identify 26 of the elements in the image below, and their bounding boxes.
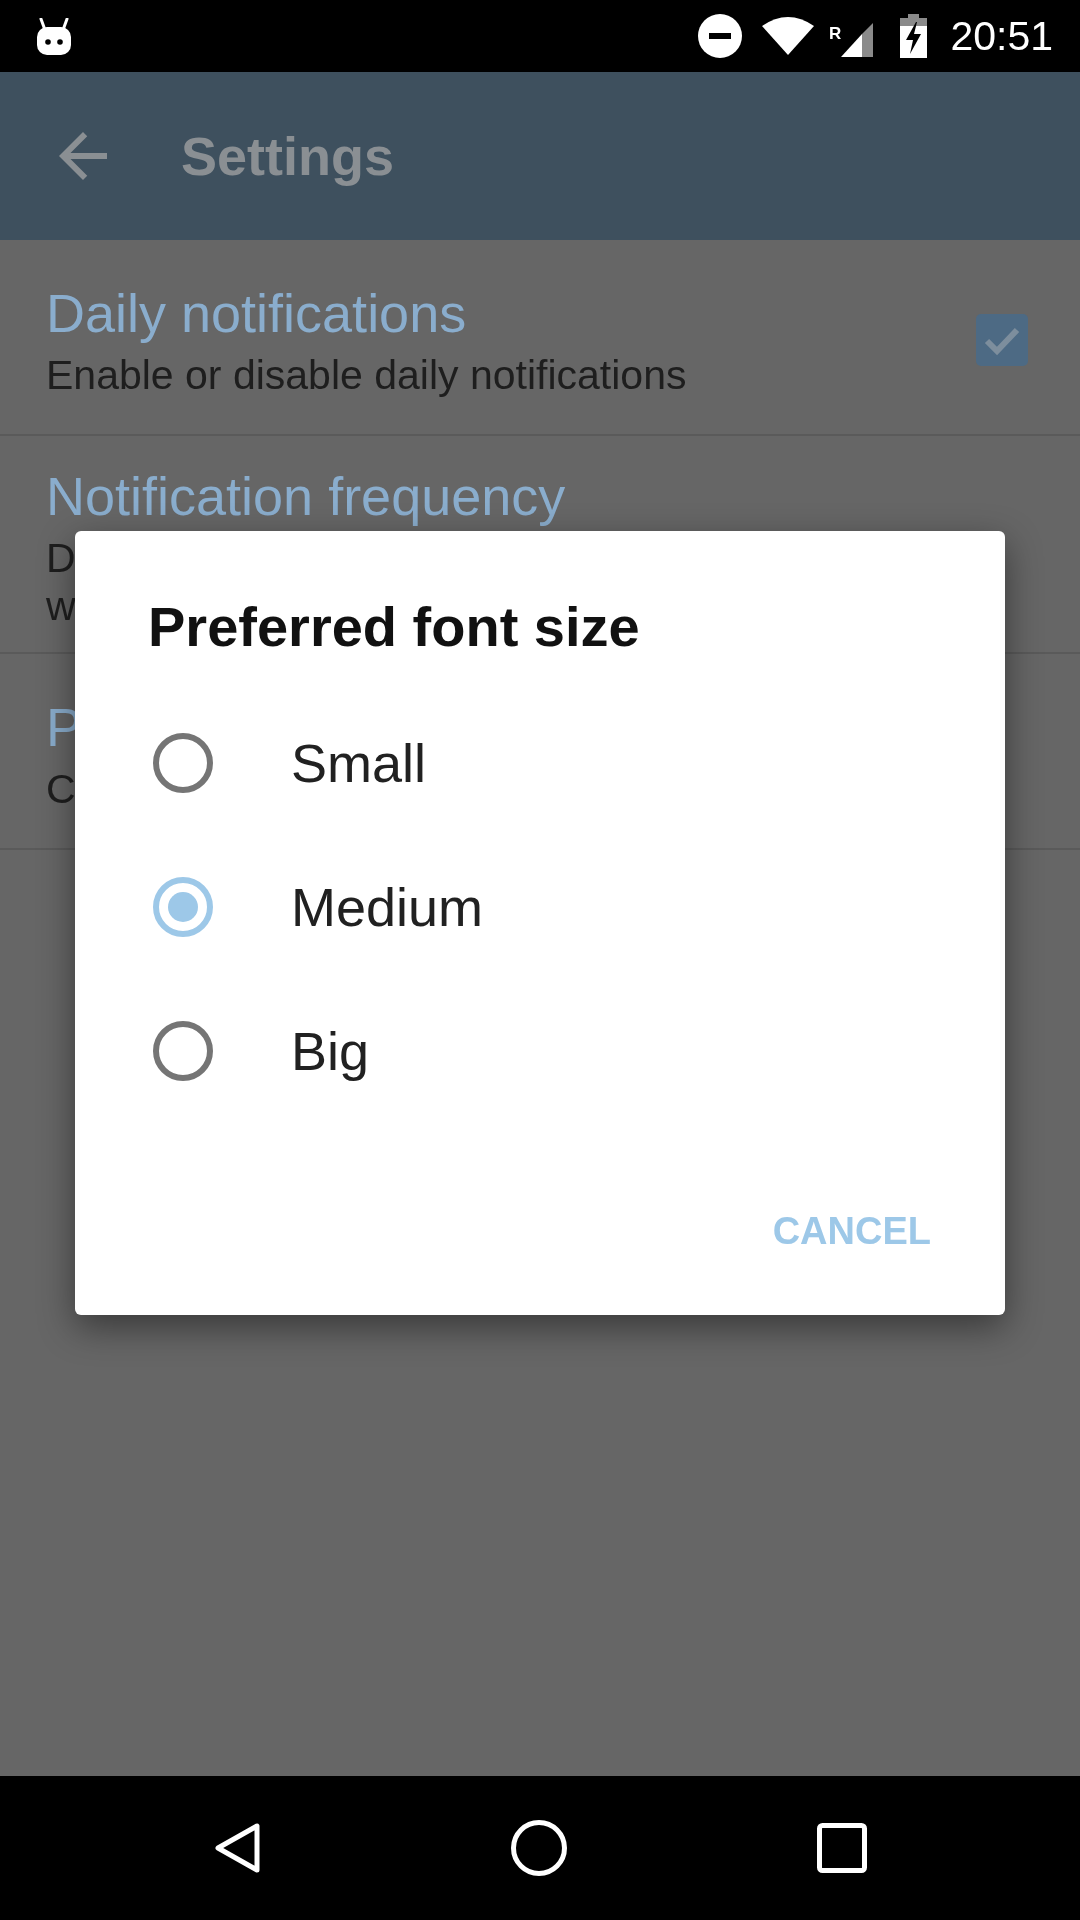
radio-selected-icon[interactable] xyxy=(153,877,213,937)
font-size-option[interactable]: Small xyxy=(153,727,427,799)
status-time: 20:51 xyxy=(950,12,1053,60)
setting-summary: w xyxy=(46,582,76,630)
setting-title: Daily notifications xyxy=(46,282,467,345)
setting-summary: C xyxy=(46,765,76,813)
back-arrow-icon[interactable] xyxy=(59,132,107,180)
setting-summary: Enable or disable daily notifications xyxy=(46,351,687,399)
setting-title: Notification frequency xyxy=(46,465,566,528)
home-icon[interactable] xyxy=(511,1820,567,1876)
do-not-disturb-icon xyxy=(698,14,743,58)
font-size-option[interactable]: Medium xyxy=(153,871,484,943)
recent-apps-icon[interactable] xyxy=(817,1823,867,1873)
back-icon[interactable] xyxy=(213,1822,261,1874)
checkbox[interactable] xyxy=(976,314,1028,366)
radio-unselected-icon[interactable] xyxy=(153,1021,213,1081)
app-bar-title: Settings xyxy=(181,125,395,188)
font-size-option[interactable]: Big xyxy=(153,1015,370,1087)
signal-icon xyxy=(841,23,874,57)
wifi-icon xyxy=(762,17,815,55)
dialog-title: Preferred font size xyxy=(148,594,640,660)
roaming-indicator: R xyxy=(829,26,842,42)
robot-face-icon xyxy=(37,17,71,55)
setting-summary: D xyxy=(46,534,76,582)
radio-unselected-icon[interactable] xyxy=(153,733,213,793)
battery-charging-icon xyxy=(900,14,928,58)
